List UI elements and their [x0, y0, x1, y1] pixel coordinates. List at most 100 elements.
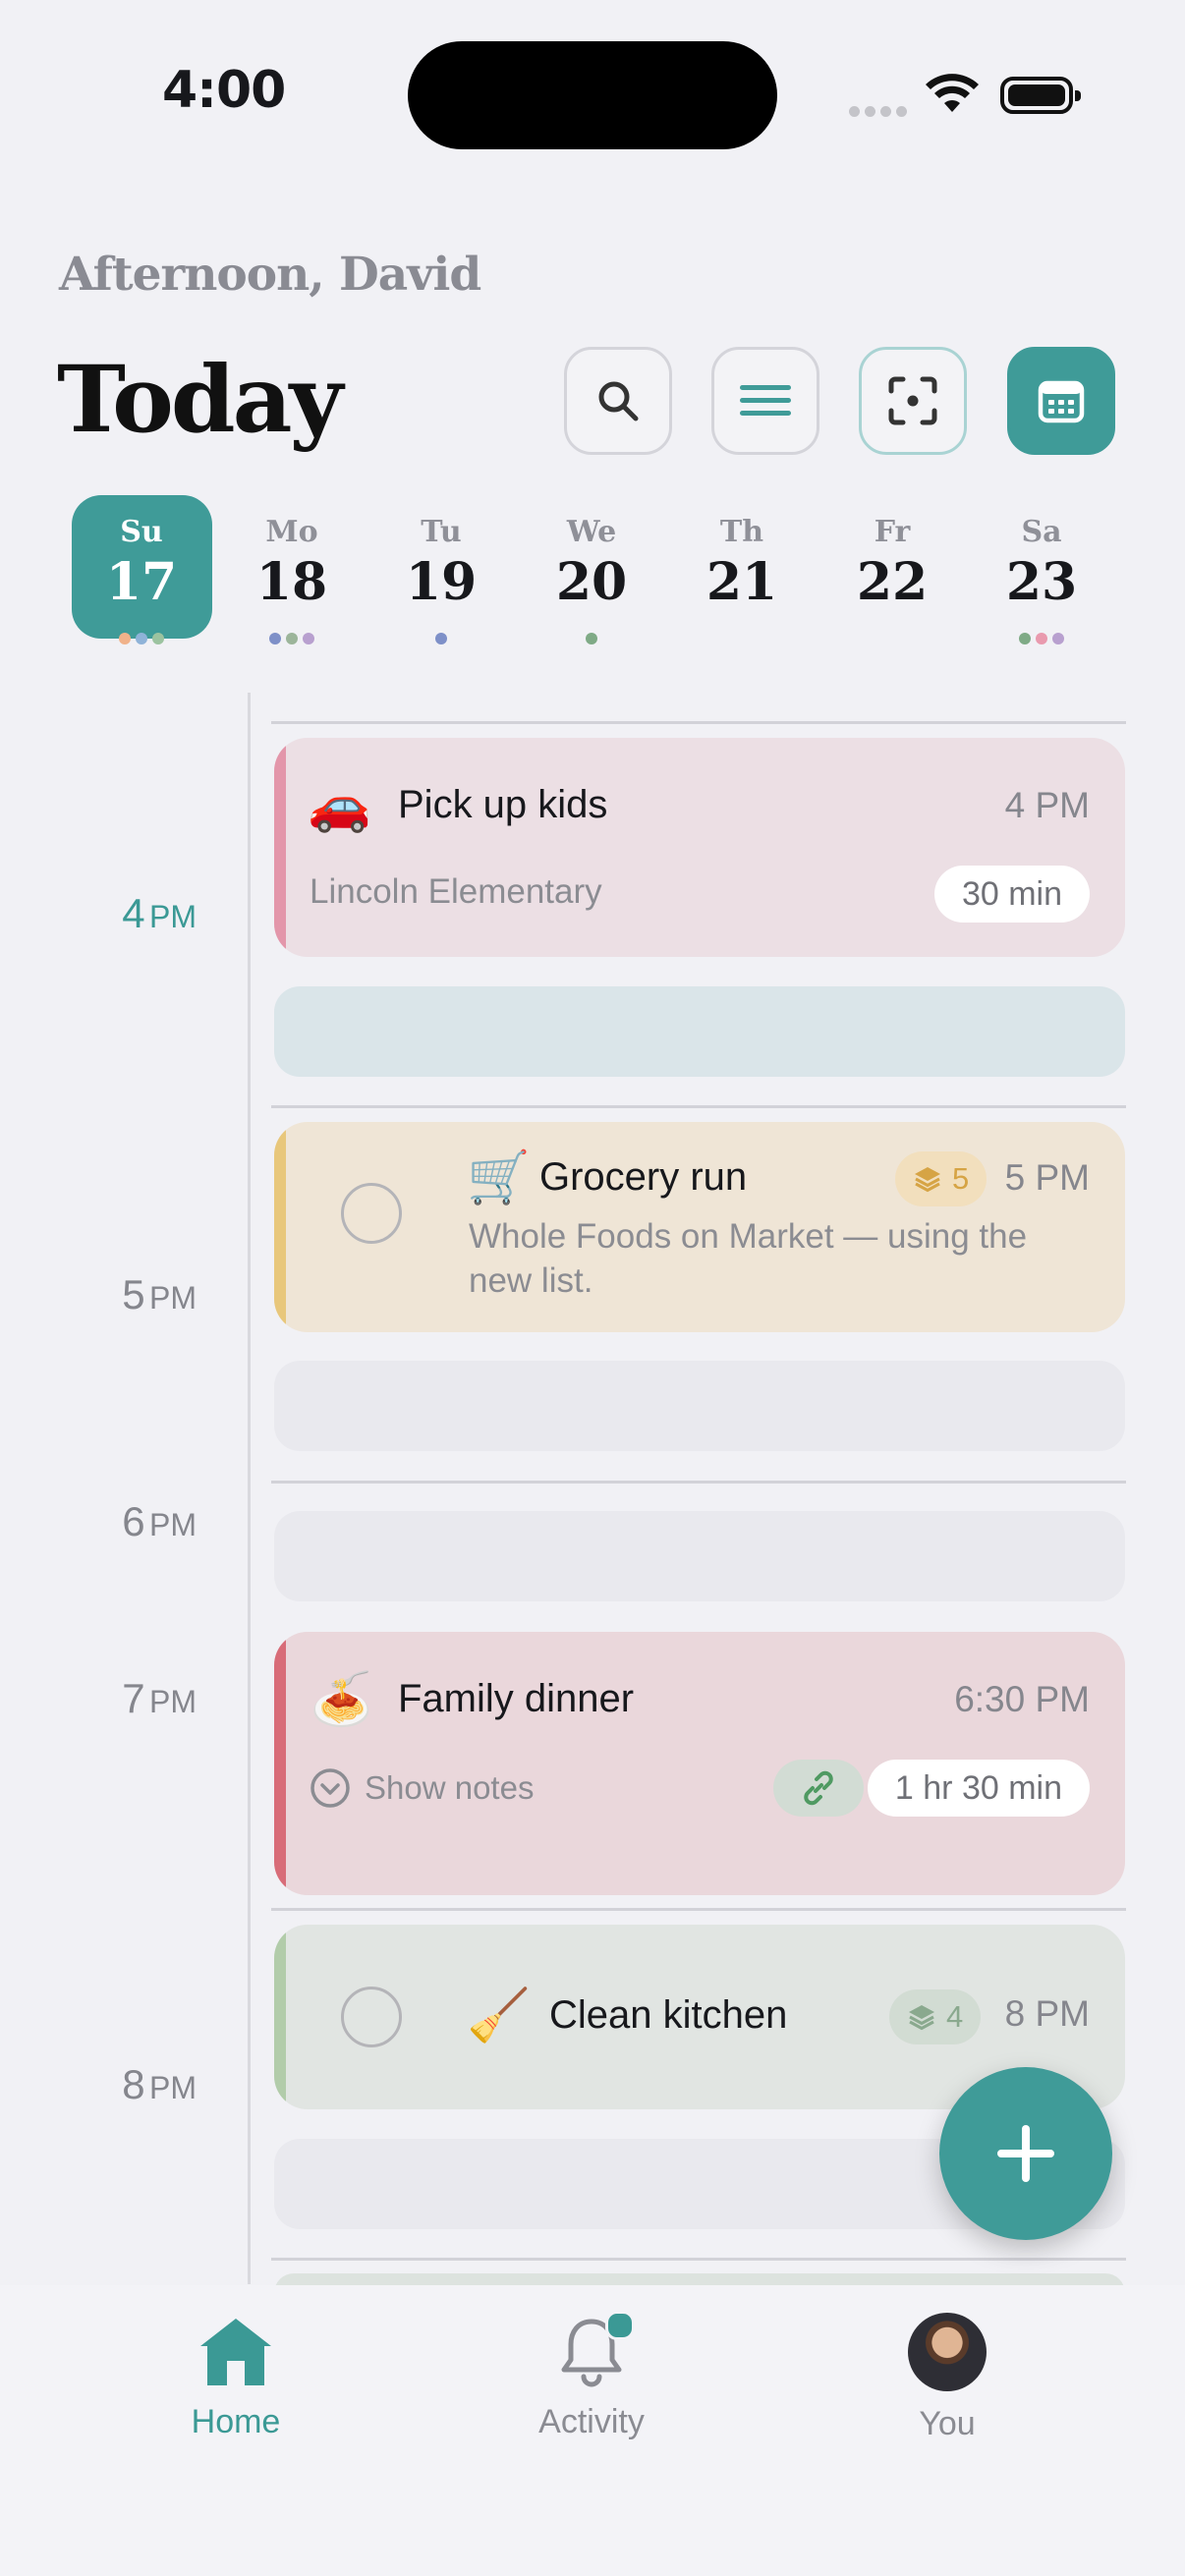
day-saturday-23[interactable]: Sa 23 — [972, 513, 1111, 646]
add-event-button[interactable] — [939, 2067, 1112, 2240]
tab-bar: Home Activity You — [0, 2285, 1185, 2576]
hour-divider — [271, 2258, 1126, 2261]
show-notes-toggle[interactable]: Show notes — [310, 1767, 534, 1809]
menu-button[interactable] — [711, 347, 819, 455]
tab-label: You — [919, 2405, 976, 2442]
event-color-bar — [274, 1925, 286, 2109]
tab-label: Activity — [538, 2403, 645, 2440]
event-dot — [269, 633, 281, 644]
event-dot — [586, 633, 597, 644]
status-time: 4:00 — [162, 61, 286, 120]
event-dot — [1036, 633, 1047, 644]
event-title: Grocery run — [539, 1155, 748, 1199]
hour-label-8pm: 8 PM — [122, 2061, 197, 2107]
event-time: 5 PM — [1004, 1157, 1090, 1198]
badge-count: 4 — [946, 1999, 964, 2034]
day-date: 23 — [1005, 552, 1078, 612]
event-dot — [303, 633, 314, 644]
layers-icon — [909, 2005, 934, 2031]
notification-dot — [605, 2311, 635, 2340]
scan-icon — [888, 376, 937, 425]
day-name: Tu — [421, 515, 462, 549]
day-date: 17 — [105, 552, 178, 612]
home-icon — [200, 2319, 271, 2385]
link-button[interactable] — [773, 1760, 864, 1817]
free-slot[interactable] — [274, 1361, 1125, 1451]
event-dot — [435, 633, 447, 644]
event-color-bar — [274, 1632, 286, 1895]
badge-count: 5 — [952, 1161, 970, 1196]
event-dot — [1052, 633, 1064, 644]
event-card-pick-up-kids[interactable]: 🚗 Pick up kids 4 PM Lincoln Elementary 3… — [274, 738, 1125, 957]
signal-icon — [849, 102, 912, 121]
event-dot — [152, 633, 164, 644]
day-dots — [522, 633, 661, 646]
plus-icon — [997, 2125, 1054, 2182]
page-title: Today — [57, 346, 343, 454]
show-notes-label: Show notes — [365, 1769, 535, 1806]
link-icon — [804, 1770, 833, 1806]
day-date: 20 — [555, 552, 628, 612]
task-checkbox[interactable] — [341, 1987, 402, 2047]
tab-home[interactable]: Home — [118, 2315, 354, 2441]
event-color-bar — [274, 1122, 286, 1332]
day-date: 22 — [856, 552, 929, 612]
tab-you[interactable]: You — [829, 2313, 1065, 2443]
event-title: Pick up kids — [398, 783, 608, 826]
free-slot[interactable] — [274, 1511, 1125, 1601]
hour-divider — [271, 1481, 1126, 1484]
tab-activity[interactable]: Activity — [474, 2311, 709, 2441]
day-monday-18[interactable]: Mo 18 — [222, 513, 362, 646]
day-dots — [672, 633, 812, 646]
car-icon: 🚗 — [308, 776, 371, 835]
hour-label-7pm: 7 PM — [122, 1675, 197, 1721]
day-name: Su — [120, 515, 163, 549]
calendar-icon — [1038, 380, 1085, 423]
day-tuesday-19[interactable]: Tu 19 — [371, 513, 511, 646]
event-card-grocery-run[interactable]: 🛒 Grocery run 5 5 PM Whole Foods on Mark… — [274, 1122, 1125, 1332]
broom-icon: 🧹 — [467, 1987, 531, 2045]
day-wednesday-20[interactable]: We 20 — [522, 513, 661, 646]
timeline-axis — [248, 693, 251, 2284]
menu-icon — [740, 385, 791, 416]
free-slot[interactable] — [274, 986, 1125, 1077]
subtask-badge: 5 — [895, 1151, 988, 1206]
event-location: Lincoln Elementary — [310, 872, 602, 911]
dynamic-island — [408, 41, 777, 149]
event-dot — [119, 633, 131, 644]
event-dot — [286, 633, 298, 644]
event-color-bar — [274, 738, 286, 957]
event-card-family-dinner[interactable]: 🍝 Family dinner 6:30 PM Show notes 1 hr … — [274, 1632, 1125, 1895]
duration-pill: 1 hr 30 min — [867, 1760, 1090, 1817]
day-friday-22[interactable]: Fr 22 — [822, 513, 962, 646]
day-name: We — [566, 515, 617, 549]
day-name: Th — [719, 515, 764, 549]
hour-label-4pm: 4 PM — [122, 890, 197, 936]
battery-icon — [1000, 77, 1081, 114]
avatar — [908, 2313, 987, 2391]
hour-label-6pm: 6 PM — [122, 1498, 197, 1544]
day-thursday-21[interactable]: Th 21 — [672, 513, 812, 646]
spaghetti-icon: 🍝 — [310, 1670, 373, 1729]
duration-pill: 30 min — [933, 866, 1090, 923]
hour-divider — [271, 1105, 1126, 1108]
hour-label-5pm: 5 PM — [122, 1271, 197, 1317]
day-name: Mo — [265, 515, 318, 549]
task-checkbox[interactable] — [341, 1183, 402, 1244]
day-sunday-17[interactable]: Su 17 — [72, 513, 211, 646]
hour-divider — [271, 1908, 1126, 1911]
layers-icon — [915, 1167, 940, 1193]
cart-icon: 🛒 — [467, 1148, 531, 1207]
event-title: Family dinner — [398, 1677, 635, 1720]
day-dots — [72, 633, 211, 646]
greeting: Afternoon, David — [59, 248, 481, 302]
scan-button[interactable] — [859, 347, 967, 455]
day-date: 19 — [405, 552, 478, 612]
day-date: 18 — [255, 552, 328, 612]
event-time: 6:30 PM — [954, 1679, 1090, 1719]
event-dot — [1019, 633, 1031, 644]
calendar-button[interactable] — [1007, 347, 1115, 455]
event-description: Whole Foods on Market — using the new li… — [469, 1217, 1028, 1300]
search-button[interactable] — [564, 347, 672, 455]
day-date: 21 — [705, 552, 778, 612]
